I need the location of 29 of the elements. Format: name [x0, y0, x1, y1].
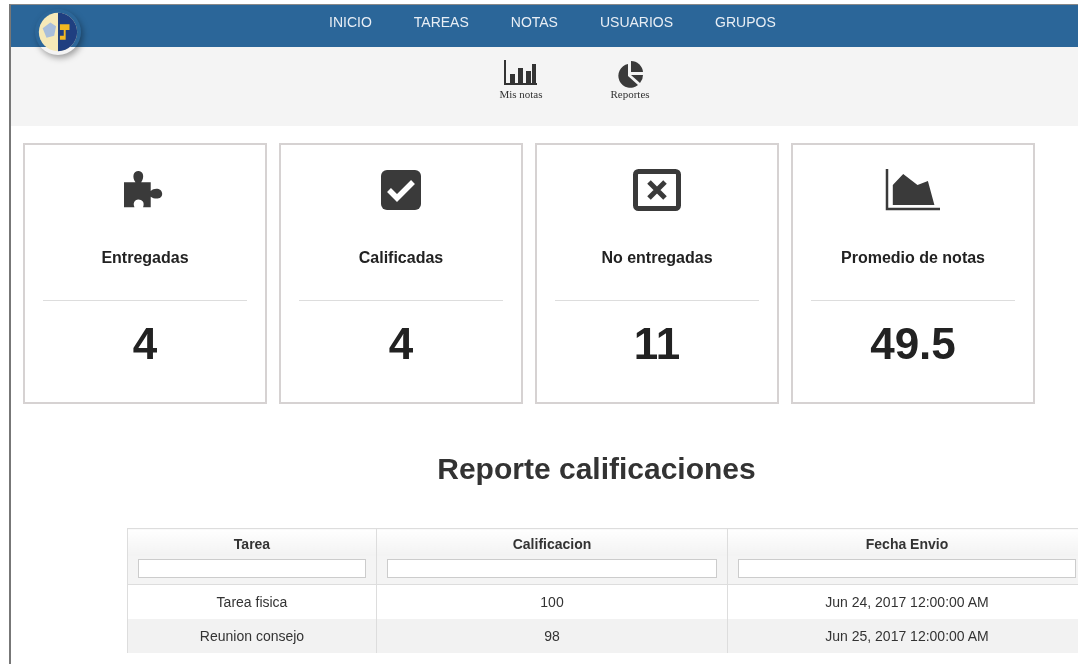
nav-link[interactable]: GRUPOS: [694, 14, 797, 30]
stat-label: Promedio de notas: [841, 249, 985, 267]
filter-field[interactable]: [738, 559, 1076, 578]
stat-label: No entregadas: [601, 249, 713, 267]
column-header: Calificacion: [376, 528, 728, 556]
report-title: Reporte calificaciones: [436, 452, 757, 486]
table-cell: Jun 25, 2017 12:00:00 AM: [727, 619, 1078, 653]
close-icon: [633, 169, 681, 211]
nav-link[interactable]: USUARIOS: [578, 14, 695, 30]
filter-field[interactable]: [138, 559, 366, 578]
column-header: Fecha Envio: [727, 528, 1078, 556]
column-header: Tarea: [127, 528, 377, 556]
stat-value: 4: [132, 319, 158, 369]
toolbar-link[interactable]: Mis notas: [499, 88, 543, 100]
nav-link[interactable]: NOTAS: [489, 14, 579, 30]
table-cell: Reunion consejo: [127, 619, 377, 653]
area-chart-icon: [885, 169, 941, 211]
toolbar-link[interactable]: Reportes: [610, 88, 650, 100]
nav-link[interactable]: INICIO: [329, 14, 393, 30]
bar-chart-icon[interactable]: [502, 60, 539, 88]
nav-link[interactable]: TAREAS: [392, 14, 490, 30]
stat-value: 4: [388, 319, 414, 369]
stat-value: 49.5: [870, 319, 956, 369]
table-cell: 98: [376, 619, 728, 653]
stat-value: 11: [633, 319, 681, 369]
stat-label: Entregadas: [101, 249, 189, 267]
filter-field[interactable]: [387, 559, 717, 578]
stat-label: Calificadas: [358, 249, 444, 267]
checkbox-icon: [380, 169, 422, 211]
